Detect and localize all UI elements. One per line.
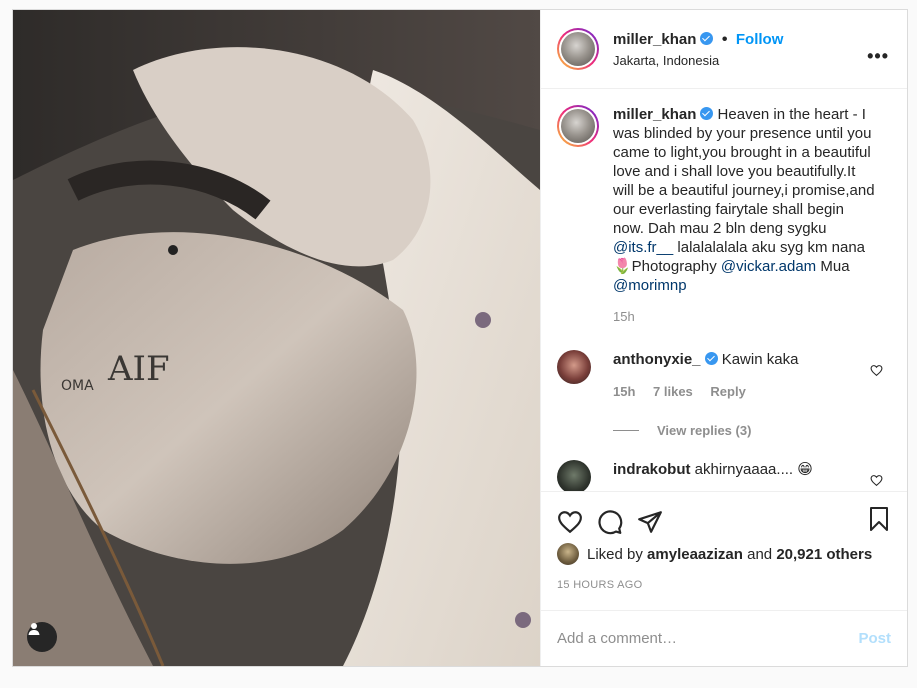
tagged-people-icon[interactable]	[27, 622, 57, 652]
post-comment-button[interactable]: Post	[858, 630, 891, 647]
post-header: miller_khan • Follow Jakarta, Indonesia …	[541, 10, 907, 89]
liker-avatar[interactable]	[557, 543, 579, 565]
commenter-username[interactable]: indrakobut	[613, 461, 691, 478]
likes-summary: Liked by amyleaazizan and 20,921 others	[541, 537, 907, 565]
comment-likes[interactable]: 7 likes	[653, 384, 693, 399]
svg-text:OMA: OMA	[61, 378, 94, 394]
reply-button[interactable]: Reply	[710, 384, 745, 399]
mention-link[interactable]: @vickar.adam	[721, 258, 816, 275]
comments-list[interactable]: miller_khan Heaven in the heart - I was …	[541, 89, 907, 491]
comment-row: indrakobut akhirnyaaaa.... 😁	[557, 460, 891, 491]
like-heart-icon[interactable]	[557, 509, 583, 535]
mention-link[interactable]: @morimnp	[613, 277, 687, 294]
comment-row: anthonyxie_ Kawin kaka 15h 7 likes Reply	[557, 350, 891, 401]
verified-badge-icon	[704, 352, 718, 365]
caption-time[interactable]: 15h	[613, 307, 877, 326]
verified-badge-icon	[700, 31, 714, 45]
follow-button[interactable]: Follow	[736, 31, 784, 48]
caption-text-1: Heaven in the heart - I was blinded by y…	[613, 106, 875, 237]
caption-text-3: Mua	[816, 258, 850, 275]
view-replies-label: View replies (3)	[657, 423, 752, 438]
caption-avatar[interactable]	[557, 105, 599, 147]
verified-badge-icon	[700, 107, 714, 120]
post-photo[interactable]: AIF OMA	[13, 10, 540, 666]
location-link[interactable]: Jakarta, Indonesia	[613, 53, 783, 68]
comment-time[interactable]: 15h	[613, 384, 635, 399]
author-username[interactable]: miller_khan	[613, 31, 696, 48]
comment-input[interactable]: Add a comment…	[557, 630, 858, 647]
photo-illustration: AIF OMA	[13, 10, 540, 666]
comment-text: Kawin kaka	[721, 351, 799, 368]
author-avatar[interactable]	[557, 28, 599, 70]
instagram-post: AIF OMA miller_khan • Follow Jakarta, In…	[12, 9, 908, 667]
likes-middle: and	[742, 545, 777, 563]
add-comment-form: Add a comment… Post	[541, 610, 907, 666]
comment-like-heart-icon[interactable]	[870, 474, 883, 491]
caption-row: miller_khan Heaven in the heart - I was …	[557, 105, 891, 326]
caption-username[interactable]: miller_khan	[613, 106, 696, 123]
mention-link[interactable]: @its.fr__	[613, 239, 673, 256]
post-side-panel: miller_khan • Follow Jakarta, Indonesia …	[540, 10, 907, 666]
separator-dot: •	[721, 30, 728, 48]
more-options-icon[interactable]: •••	[867, 46, 889, 67]
liker-username[interactable]: amyleaazizan	[647, 546, 743, 563]
likes-count-link[interactable]: 20,921 others	[776, 546, 872, 563]
svg-text:AIF: AIF	[107, 349, 170, 389]
commenter-avatar[interactable]	[557, 460, 591, 491]
share-paper-plane-icon[interactable]	[637, 509, 663, 535]
action-bar	[541, 491, 907, 537]
save-bookmark-icon[interactable]	[867, 506, 891, 537]
view-replies-button[interactable]: View replies (3)	[613, 423, 891, 438]
commenter-avatar[interactable]	[557, 350, 591, 384]
likes-prefix: Liked by	[587, 545, 648, 563]
post-timestamp[interactable]: 15 HOURS AGO	[541, 565, 907, 591]
comment-like-heart-icon[interactable]	[870, 364, 883, 382]
commenter-username[interactable]: anthonyxie_	[613, 351, 701, 368]
comment-text: akhirnyaaaa.... 😁	[694, 461, 813, 478]
comment-bubble-icon[interactable]	[597, 509, 623, 535]
